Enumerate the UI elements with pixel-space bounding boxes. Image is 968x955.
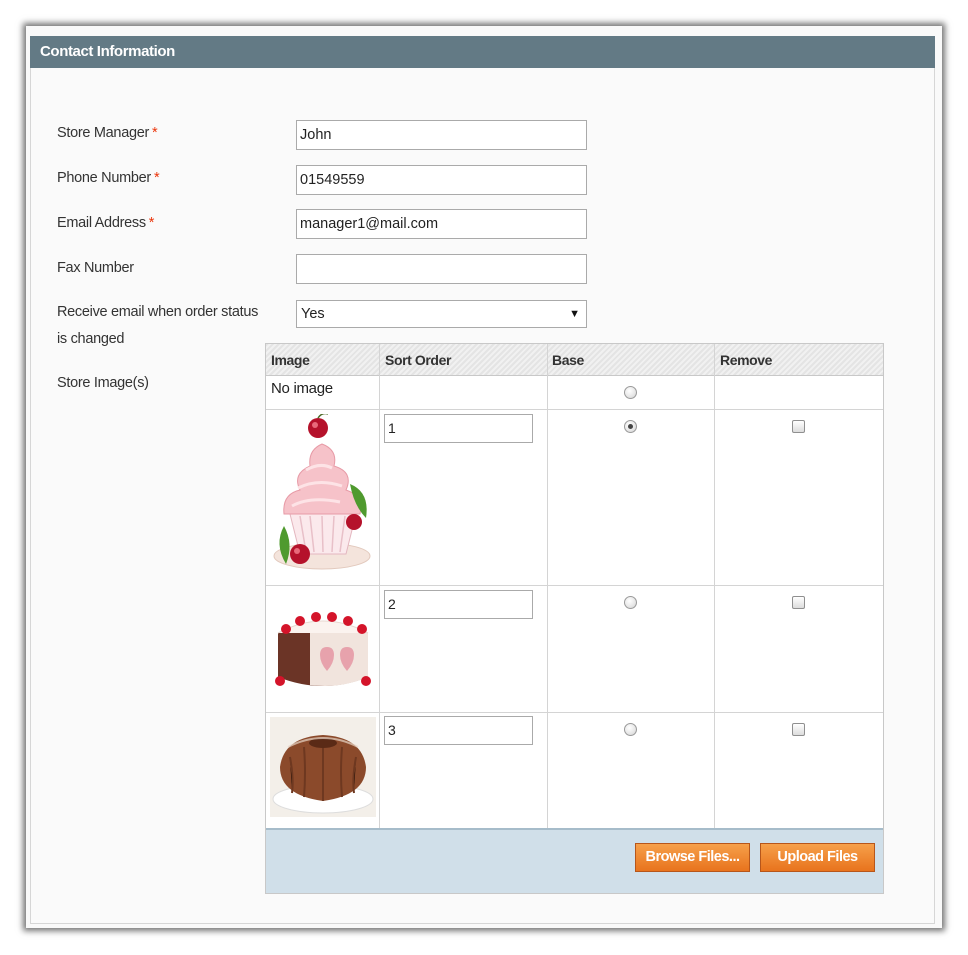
base-radio[interactable] <box>624 596 637 609</box>
store-manager-input[interactable]: John <box>296 120 587 150</box>
sort-order-input[interactable]: 1 <box>384 414 533 443</box>
row-divider <box>266 585 883 586</box>
required-star: * <box>153 170 160 186</box>
col-header-image: Image <box>271 352 310 368</box>
column-divider <box>379 344 380 828</box>
section-title: Contact Information <box>30 36 935 68</box>
phone-number-label: Phone Number * <box>57 170 160 186</box>
col-header-remove: Remove <box>720 352 773 368</box>
receive-email-select[interactable]: Yes ▼ <box>296 300 587 328</box>
store-images-table: Image Sort Order Base Remove No image 1 … <box>265 343 884 894</box>
dropdown-arrow-icon: ▼ <box>569 308 580 320</box>
remove-checkbox[interactable] <box>792 723 805 736</box>
row-divider <box>266 409 883 410</box>
remove-checkbox[interactable] <box>792 420 805 433</box>
sort-order-input[interactable]: 2 <box>384 590 533 619</box>
uploader-footer: Browse Files... Upload Files <box>266 828 883 893</box>
sort-order-input[interactable]: 3 <box>384 716 533 745</box>
cupcake-thumbnail <box>270 414 376 574</box>
base-radio-no-image[interactable] <box>624 386 637 399</box>
col-header-sort-order: Sort Order <box>385 352 452 368</box>
required-star: * <box>148 215 155 231</box>
contact-information-panel: Contact Information Store Manager * John … <box>26 26 942 928</box>
store-images-label: Store Image(s) <box>57 375 149 391</box>
no-image-label: No image <box>271 380 333 397</box>
column-divider <box>714 344 715 828</box>
required-star: * <box>152 125 158 141</box>
store-manager-label: Store Manager * <box>57 125 158 141</box>
browse-files-button[interactable]: Browse Files... <box>635 843 750 872</box>
email-address-label: Email Address * <box>57 215 155 231</box>
phone-number-input[interactable]: 01549559 <box>296 165 587 195</box>
base-radio[interactable] <box>624 723 637 736</box>
col-header-base: Base <box>552 352 584 368</box>
bundt-cake-thumbnail <box>270 717 376 817</box>
upload-files-button[interactable]: Upload Files <box>760 843 875 872</box>
remove-checkbox[interactable] <box>792 596 805 609</box>
heart-cake-thumbnail <box>270 591 376 701</box>
row-divider <box>266 712 883 713</box>
column-divider <box>547 344 548 828</box>
base-radio[interactable] <box>624 420 637 433</box>
fax-number-input[interactable] <box>296 254 587 284</box>
fax-number-label: Fax Number <box>57 260 134 276</box>
receive-email-label: Receive email when order status is chang… <box>57 304 259 347</box>
table-header: Image Sort Order Base Remove <box>266 344 883 376</box>
email-address-input[interactable]: manager1@mail.com <box>296 209 587 239</box>
